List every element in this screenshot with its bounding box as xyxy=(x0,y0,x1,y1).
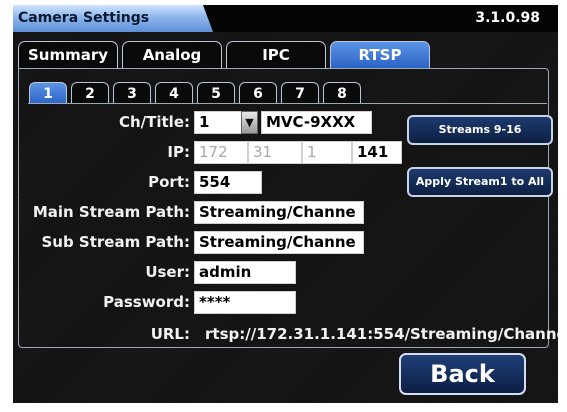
stream-tab-3[interactable]: 3 xyxy=(113,82,151,104)
port-field[interactable]: 554 xyxy=(194,171,262,194)
version-label: 3.1.0.98 xyxy=(475,10,540,26)
main-stream-path-label: Main Stream Path: xyxy=(32,203,190,221)
chevron-down-icon[interactable]: ▼ xyxy=(241,111,258,134)
ip-octet-1[interactable]: 172 xyxy=(194,141,248,164)
ip-octet-4[interactable]: 141 xyxy=(352,141,402,164)
camera-settings-screen: Camera Settings 3.1.0.98 Summary Analog … xyxy=(13,5,558,403)
ip-octet-3[interactable]: 1 xyxy=(302,141,352,164)
ip-label: IP: xyxy=(167,143,190,161)
tab-ipc[interactable]: IPC xyxy=(226,41,326,68)
tab-summary[interactable]: Summary xyxy=(18,41,118,68)
window-title: Camera Settings xyxy=(13,5,213,32)
streams-9-16-button[interactable]: Streams 9-16 xyxy=(407,115,553,145)
ip-octet-2[interactable]: 31 xyxy=(248,141,302,164)
ch-title-label: Ch/Title: xyxy=(118,113,190,131)
user-field[interactable]: admin xyxy=(194,261,296,284)
sub-stream-path-label: Sub Stream Path: xyxy=(41,233,190,251)
stream-tab-2[interactable]: 2 xyxy=(71,82,109,104)
sub-stream-path-field[interactable]: Streaming/Channe xyxy=(194,231,364,254)
password-label: Password: xyxy=(103,293,190,311)
tab-analog[interactable]: Analog xyxy=(122,41,222,68)
url-label: URL: xyxy=(150,325,190,343)
apply-stream1-to-all-button[interactable]: Apply Stream1 to All xyxy=(407,167,553,197)
title-field[interactable]: MVC-9XXX xyxy=(261,111,372,134)
title-bar: Camera Settings 3.1.0.98 xyxy=(13,5,558,32)
stream-tab-7[interactable]: 7 xyxy=(281,82,319,104)
tab-rtsp[interactable]: RTSP xyxy=(330,41,430,68)
stream-tabs-divider xyxy=(28,103,547,104)
stream-tab-1[interactable]: 1 xyxy=(29,82,67,104)
stream-tab-8[interactable]: 8 xyxy=(323,82,361,104)
stream-tab-6[interactable]: 6 xyxy=(239,82,277,104)
back-button[interactable]: Back xyxy=(399,353,526,395)
stream-tab-4[interactable]: 4 xyxy=(155,82,193,104)
stream-tab-5[interactable]: 5 xyxy=(197,82,235,104)
main-stream-path-field[interactable]: Streaming/Channe xyxy=(194,201,364,224)
url-value: rtsp://172.31.1.141:554/Streaming/Channe xyxy=(205,325,558,343)
port-label: Port: xyxy=(148,173,190,191)
channel-select[interactable]: 1 xyxy=(194,111,242,134)
user-label: User: xyxy=(145,263,190,281)
password-field[interactable]: **** xyxy=(194,291,296,314)
